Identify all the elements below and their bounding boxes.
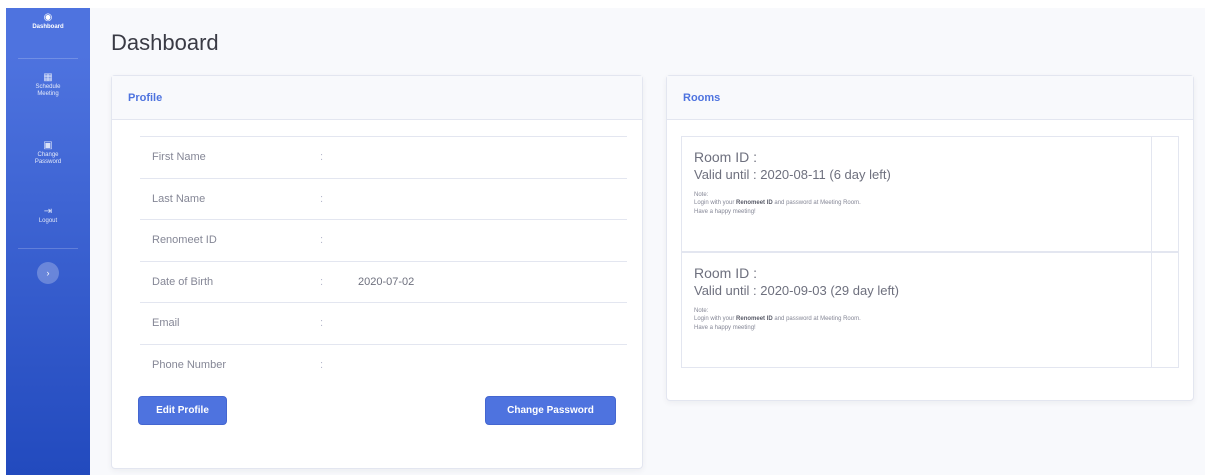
row-colon: : [320, 192, 324, 205]
row-colon: : [320, 275, 324, 288]
sidebar-item-schedule-meeting[interactable]: ▦ Schedule Meeting [6, 72, 90, 98]
room-item: Room ID : Valid until : 2020-08-11 (6 da… [681, 136, 1179, 252]
logout-icon: ⇥ [43, 206, 53, 217]
sidebar-divider [18, 248, 78, 249]
room-note-line2: Have a happy meeting! [694, 209, 756, 215]
room-note-line2: Have a happy meeting! [694, 325, 756, 331]
rooms-card: Rooms Room ID : Valid until : 2020-08-11… [666, 75, 1194, 401]
room-divider [1151, 137, 1152, 251]
profile-row-last-name: Last Name : [140, 177, 627, 220]
room-note-label: Note: [694, 308, 709, 314]
room-item: Room ID : Valid until : 2020-09-03 (29 d… [681, 252, 1179, 368]
calendar-icon: ▦ [43, 72, 53, 83]
row-label: Renomeet ID [152, 234, 217, 247]
sidebar-item-label: Dashboard [32, 24, 64, 30]
sidebar-item-label: Logout [38, 218, 58, 224]
profile-card: Profile First Name : Last Name : Renomee… [111, 75, 643, 469]
sidebar-item-label: Schedule Meeting [35, 84, 61, 97]
row-colon: : [320, 317, 324, 330]
sidebar-item-logout[interactable]: ⇥ Logout [6, 206, 90, 225]
row-colon: : [320, 234, 324, 247]
profile-row-renomeet-id: Renomeet ID : [140, 219, 627, 261]
room-divider [1151, 253, 1152, 367]
profile-card-header: Profile [112, 76, 642, 120]
sidebar-item-label: Change Password [34, 152, 62, 165]
room-id-label: Room ID : [694, 265, 758, 281]
sidebar-divider [18, 58, 78, 59]
chevron-right-icon: › [46, 268, 50, 278]
room-note-label: Note: [694, 192, 709, 198]
row-colon: : [320, 358, 324, 371]
tachometer-icon: ◉ [43, 12, 53, 23]
main-content: Dashboard Profile First Name : Last Name… [90, 8, 1205, 475]
profile-row-date-of-birth: Date of Birth : 2020-07-02 [140, 260, 627, 303]
row-label: Date of Birth [152, 275, 214, 288]
profile-table: First Name : Last Name : Renomeet ID : D… [140, 136, 627, 385]
row-label: First Name [152, 151, 206, 164]
profile-row-phone-number: Phone Number : [140, 343, 627, 386]
row-label: Phone Number [152, 358, 226, 371]
profile-row-email: Email : [140, 302, 627, 344]
sidebar: ◉ Dashboard ▦ Schedule Meeting ▣ Change … [6, 8, 90, 475]
sidebar-item-change-password[interactable]: ▣ Change Password [6, 140, 90, 166]
edit-profile-button[interactable]: Edit Profile [138, 396, 227, 425]
sidebar-item-dashboard[interactable]: ◉ Dashboard [6, 12, 90, 31]
room-note: Login with your Renomeet ID and password… [694, 316, 861, 322]
row-label: Email [152, 317, 180, 330]
sidebar-toggle-button[interactable]: › [37, 262, 59, 284]
row-colon: : [320, 151, 324, 164]
row-value: 2020-07-02 [358, 275, 415, 288]
rooms-card-header: Rooms [667, 76, 1193, 120]
room-valid-until: Valid until : 2020-09-03 (29 day left) [694, 283, 899, 298]
page-title: Dashboard [111, 30, 219, 55]
profile-row-first-name: First Name : [140, 136, 627, 178]
room-valid-until: Valid until : 2020-08-11 (6 day left) [694, 167, 891, 182]
room-note: Login with your Renomeet ID and password… [694, 200, 861, 206]
change-password-button[interactable]: Change Password [485, 396, 616, 425]
room-id-label: Room ID : [694, 149, 758, 165]
row-label: Last Name [152, 192, 206, 205]
lock-icon: ▣ [43, 140, 53, 151]
